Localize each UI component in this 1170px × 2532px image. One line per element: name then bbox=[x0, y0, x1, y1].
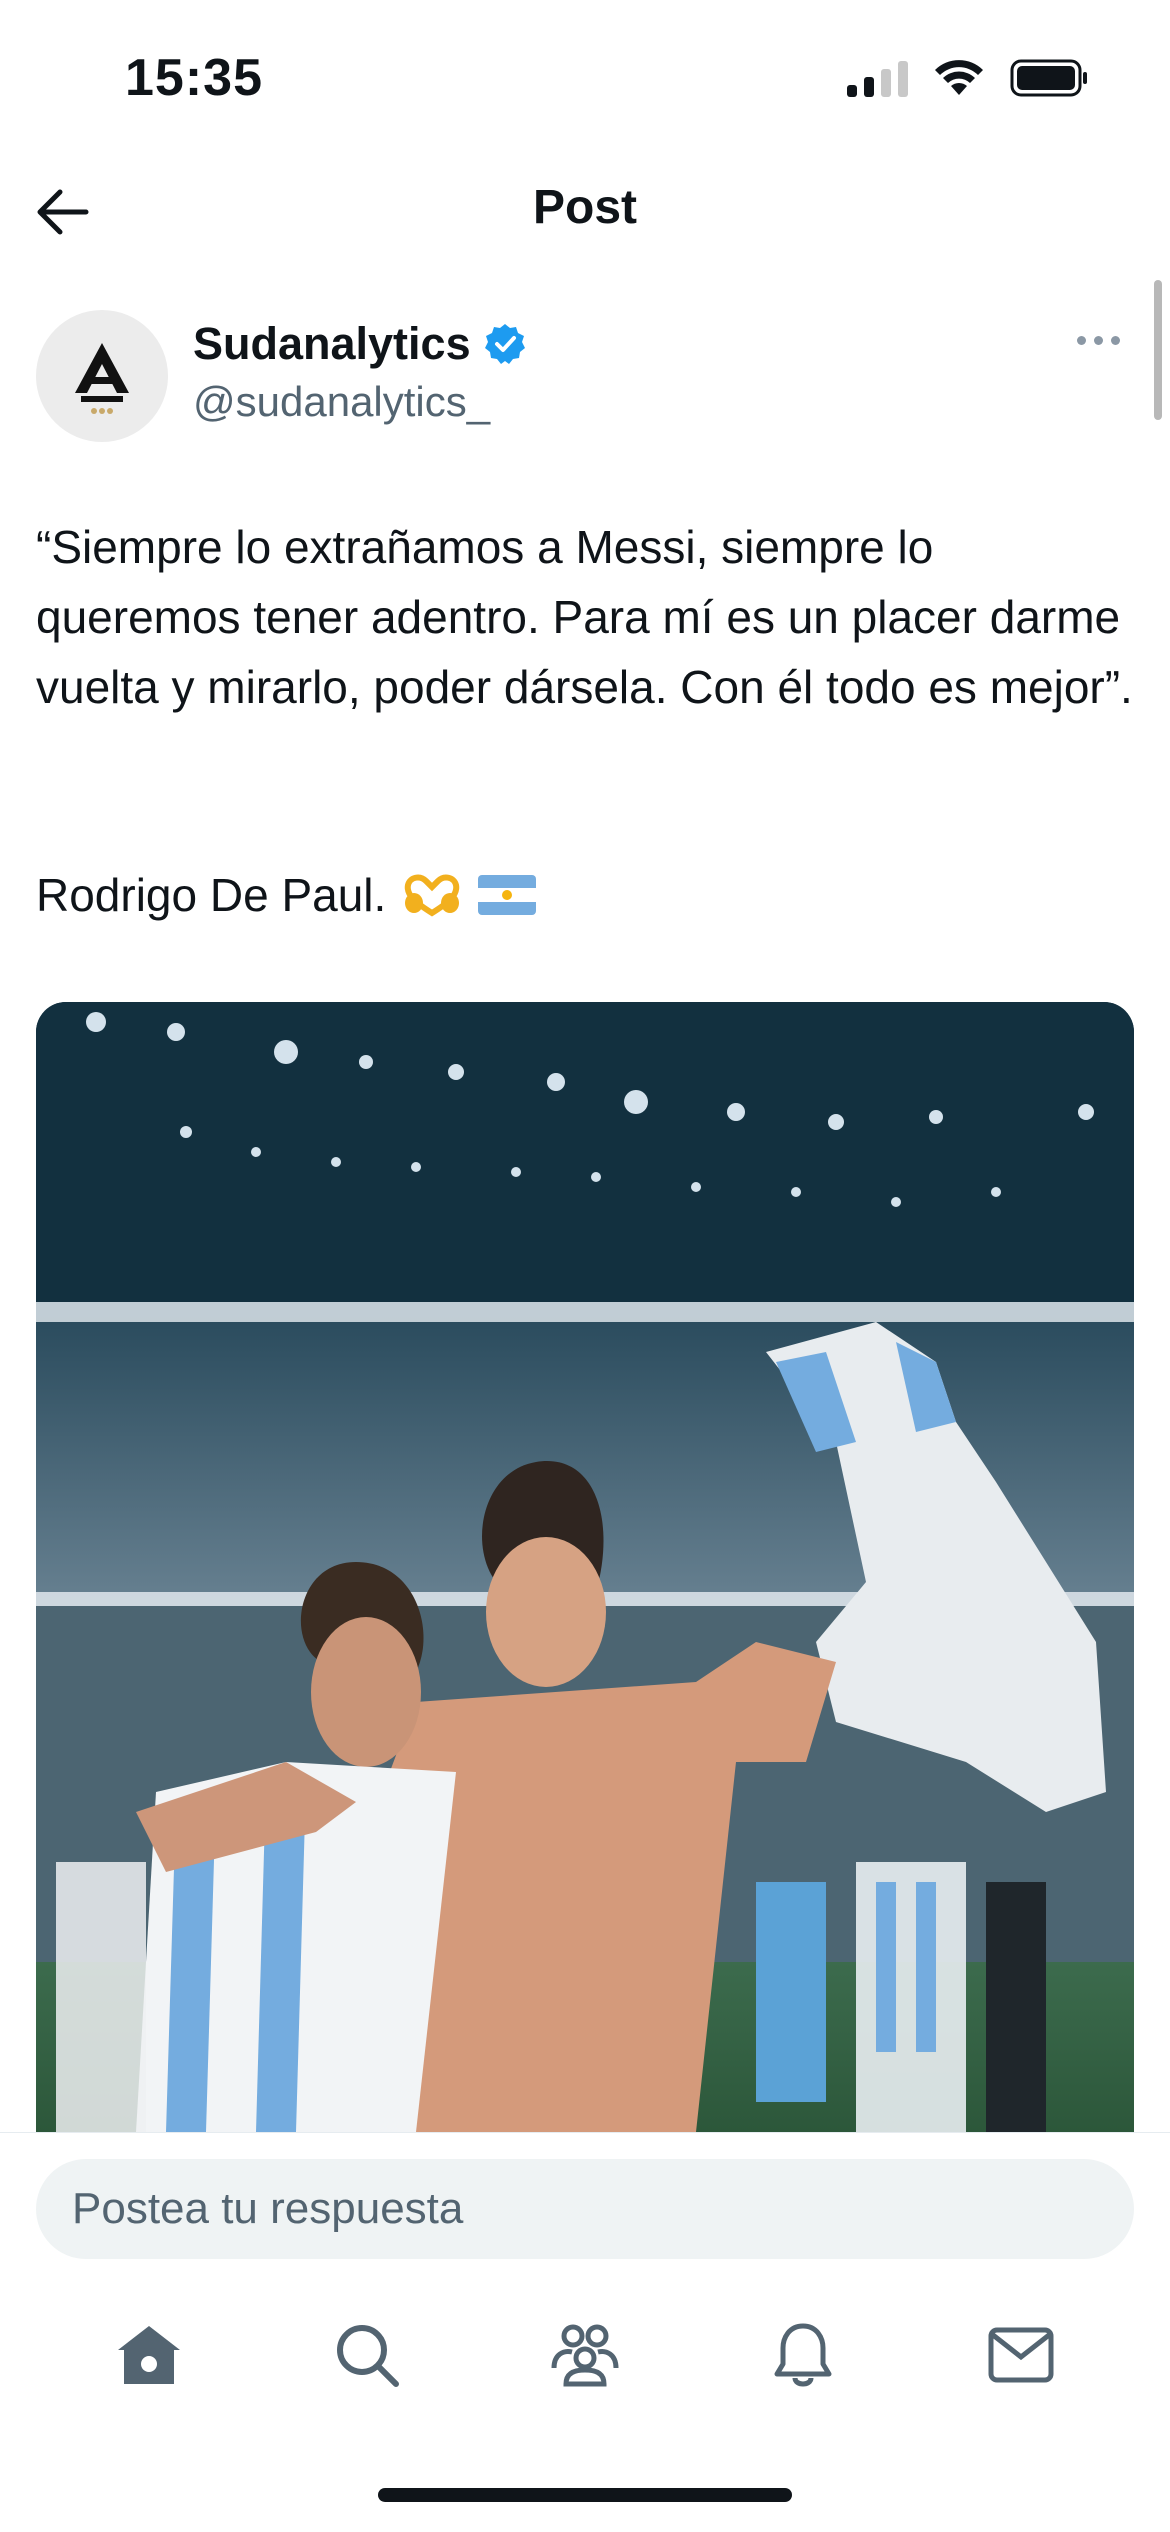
search-icon bbox=[337, 2325, 399, 2387]
communities-icon bbox=[551, 2324, 619, 2387]
post-image[interactable] bbox=[36, 1002, 1134, 2132]
reply-bar: Postea tu respuesta bbox=[0, 2132, 1170, 2259]
post-header: Post bbox=[0, 160, 1170, 260]
post-text: “Siempre lo extrañamos a Messi, siempre … bbox=[36, 521, 1133, 713]
more-dot-icon bbox=[1111, 336, 1120, 345]
post-signature: Rodrigo De Paul. bbox=[36, 860, 537, 930]
nav-notifications[interactable] bbox=[758, 2310, 848, 2400]
status-icons bbox=[847, 56, 1090, 100]
more-options-button[interactable] bbox=[1077, 336, 1120, 345]
nav-home[interactable] bbox=[104, 2310, 194, 2400]
messages-icon bbox=[988, 2327, 1054, 2383]
notifications-icon bbox=[774, 2323, 832, 2387]
verified-badge-icon bbox=[484, 324, 525, 364]
nav-communities[interactable] bbox=[540, 2310, 630, 2400]
more-dot-icon bbox=[1077, 336, 1086, 345]
status-time: 15:35 bbox=[125, 49, 263, 107]
signature-text: Rodrigo De Paul. bbox=[36, 869, 387, 921]
nav-search[interactable] bbox=[322, 2310, 412, 2400]
heart-hands-emoji bbox=[405, 874, 460, 917]
wifi-icon bbox=[935, 60, 983, 95]
home-icon bbox=[118, 2326, 180, 2384]
battery-icon bbox=[1010, 59, 1087, 97]
author-name[interactable]: Sudanalytics bbox=[193, 318, 471, 370]
author-handle[interactable]: @sudanalytics_ bbox=[193, 378, 490, 426]
author-name-row[interactable]: Sudanalytics bbox=[193, 318, 527, 370]
reply-input[interactable]: Postea tu respuesta bbox=[36, 2159, 1134, 2259]
bottom-navigation bbox=[0, 2290, 1170, 2420]
sudanalytics-logo bbox=[75, 343, 129, 414]
scrollbar[interactable] bbox=[1154, 280, 1162, 420]
home-indicator[interactable] bbox=[378, 2488, 792, 2502]
avatar[interactable] bbox=[36, 310, 168, 442]
stadium-photo bbox=[36, 1002, 1134, 2132]
cellular-signal-icon bbox=[847, 59, 908, 97]
more-dot-icon bbox=[1094, 336, 1103, 345]
page-title: Post bbox=[532, 181, 637, 234]
nav-messages[interactable] bbox=[976, 2310, 1066, 2400]
argentina-flag-emoji bbox=[478, 875, 537, 915]
status-bar: 15:35 bbox=[0, 0, 1170, 150]
